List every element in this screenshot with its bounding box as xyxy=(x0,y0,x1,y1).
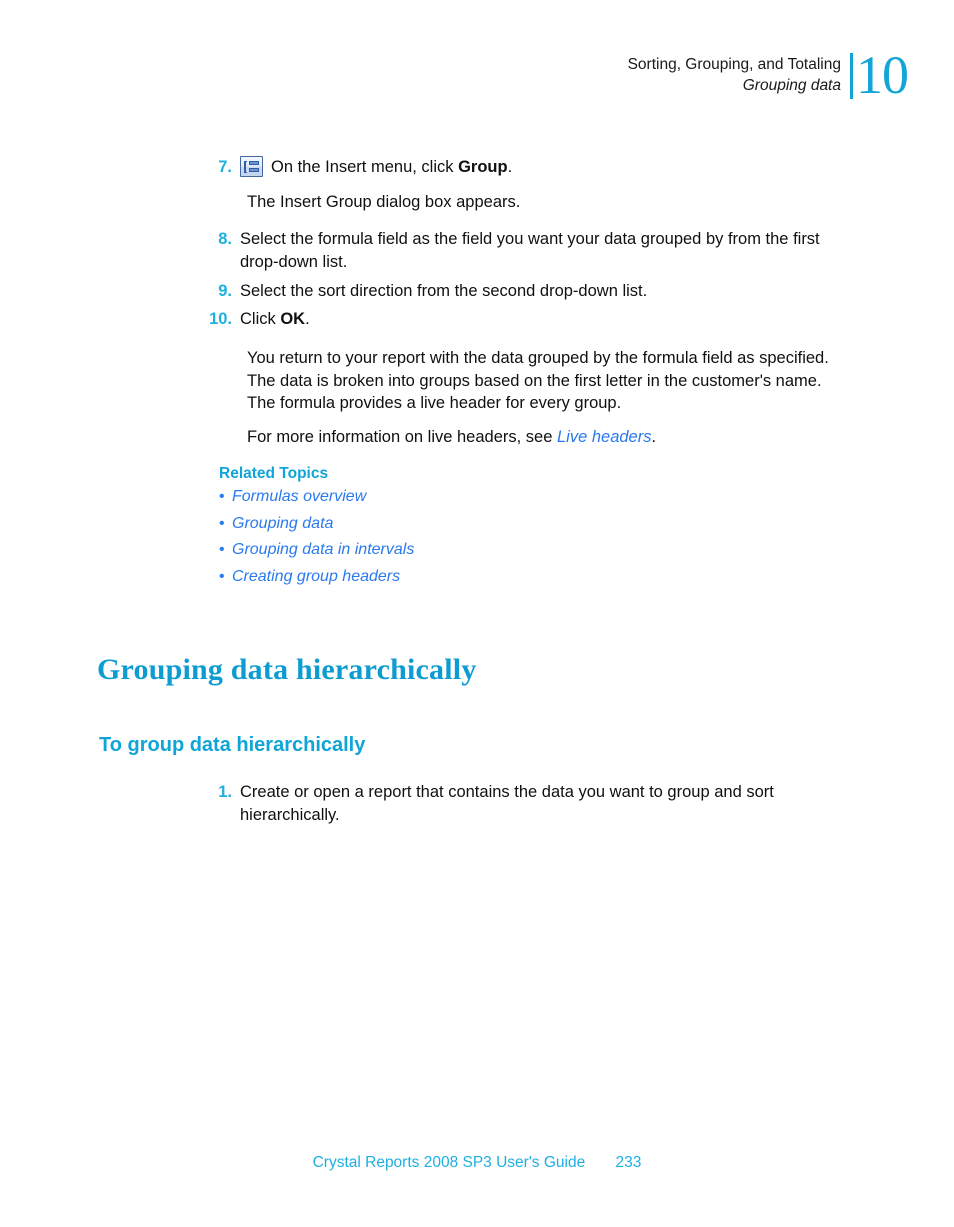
paragraph-more-info: For more information on live headers, se… xyxy=(247,426,851,449)
step-text-bold: OK xyxy=(280,310,306,328)
paragraph-result: You return to your report with the data … xyxy=(247,349,829,412)
related-topics-title: Related Topics xyxy=(219,465,329,482)
step-number: 8. xyxy=(218,230,232,248)
related-topics-list: • Formulas overview • Grouping data • Gr… xyxy=(219,484,639,590)
related-topics-block: Related Topics • Formulas overview • Gro… xyxy=(219,463,639,590)
list-item: 9. Select the sort direction from the se… xyxy=(204,280,864,303)
chapter-number: 10 xyxy=(856,45,909,105)
more-info-text-after: . xyxy=(651,428,657,446)
page-title: Grouping data hierarchically xyxy=(97,653,477,686)
page-header: Sorting, Grouping, and Totaling Grouping… xyxy=(628,45,909,105)
step-text: Create or open a report that contains th… xyxy=(240,783,774,824)
step-text-before: On the Insert menu, click xyxy=(271,158,459,176)
step-number: 7. xyxy=(218,158,232,176)
bullet-icon: • xyxy=(219,541,225,558)
list-item[interactable]: • Creating group headers xyxy=(219,564,639,591)
header-section-title: Grouping data xyxy=(742,77,841,94)
list-item[interactable]: • Grouping data xyxy=(219,511,639,538)
step-text: Click OK. xyxy=(240,308,844,331)
page-number: 233 xyxy=(615,1154,642,1171)
link-grouping-data-in-intervals[interactable]: Grouping data in intervals xyxy=(232,541,414,558)
bullet-icon: • xyxy=(219,567,225,585)
step-text-after: . xyxy=(507,158,513,176)
page-footer: Crystal Reports 2008 SP3 User's Guide 23… xyxy=(0,1152,954,1173)
link-live-headers[interactable]: Live headers xyxy=(557,428,651,446)
step-text: On the Insert menu, click Group. xyxy=(240,156,844,179)
list-item[interactable]: • Formulas overview xyxy=(219,484,639,511)
step-text-bold: Group xyxy=(458,158,508,176)
list-item: 8. Select the formula field as the field… xyxy=(204,228,864,273)
section-subtitle: To group data hierarchically xyxy=(99,734,366,756)
link-grouping-data[interactable]: Grouping data xyxy=(232,515,333,532)
list-item: 1. Create or open a report that contains… xyxy=(204,781,864,826)
step-text: Select the sort direction from the secon… xyxy=(240,282,648,300)
header-chapter-title: Sorting, Grouping, and Totaling xyxy=(627,56,841,73)
step-text-before: Click xyxy=(240,310,281,328)
more-info-text-before: For more information on live headers, se… xyxy=(247,428,557,446)
link-creating-group-headers[interactable]: Creating group headers xyxy=(232,568,400,585)
step-number: 1. xyxy=(218,783,232,801)
list-item: 7. On the Insert menu, click Group. xyxy=(204,156,864,179)
step-text: Select the formula field as the field yo… xyxy=(240,230,820,271)
header-text-block: Sorting, Grouping, and Totaling Grouping… xyxy=(628,50,850,96)
step-number: 9. xyxy=(218,282,232,300)
list-item[interactable]: • Grouping data in intervals xyxy=(219,537,639,564)
insert-group-icon xyxy=(240,156,263,177)
step-text-after: . xyxy=(305,310,310,328)
bullet-icon: • xyxy=(219,488,225,505)
list-item: 10. Click OK. xyxy=(204,308,864,331)
link-formulas-overview[interactable]: Formulas overview xyxy=(232,488,366,505)
paragraph-insert-group-dialog: The Insert Group dialog box appears. xyxy=(247,193,521,211)
bullet-icon: • xyxy=(219,514,225,532)
footer-guide-name: Crystal Reports 2008 SP3 User's Guide xyxy=(312,1154,586,1171)
step-number: 10. xyxy=(209,310,232,328)
